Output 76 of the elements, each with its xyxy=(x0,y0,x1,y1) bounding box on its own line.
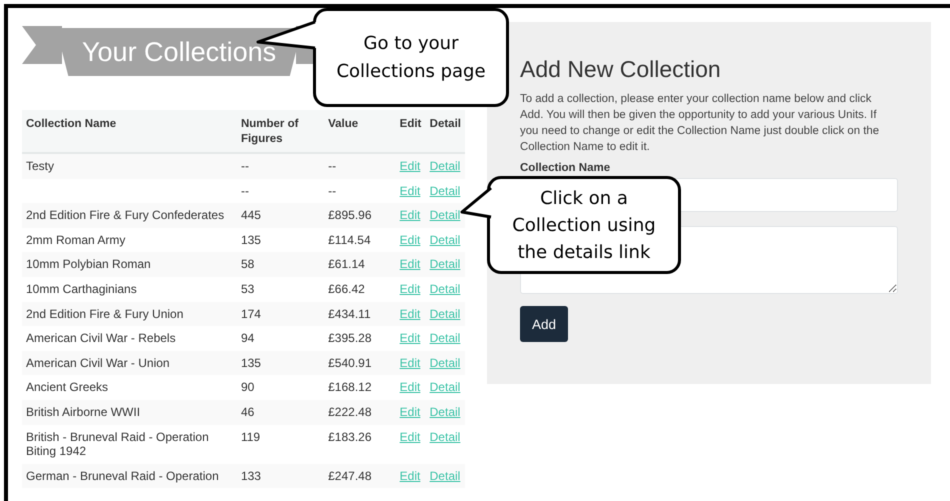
edit-link[interactable]: Edit xyxy=(400,159,420,173)
collection-name: American Civil War - Union xyxy=(26,356,170,370)
figure-count: 90 xyxy=(240,380,254,395)
column-header: Number of Figures xyxy=(240,118,298,145)
figure-count: 94 xyxy=(240,331,254,346)
collection-value: £66.42 xyxy=(328,282,365,297)
collection-name: American Civil War - Rebels xyxy=(26,331,176,346)
collection-value: -- xyxy=(328,159,336,174)
edit-link[interactable]: Edit xyxy=(400,404,420,419)
figure-count: 174 xyxy=(240,306,261,322)
column-header: Value xyxy=(328,118,358,130)
collection-value: £61.14 xyxy=(328,257,365,272)
figure-count: 133 xyxy=(240,468,261,484)
collection-value: £168.12 xyxy=(328,380,372,395)
collection-name: 10mm Polybian Roman xyxy=(26,257,151,272)
collection-value: £183.26 xyxy=(328,430,372,444)
collection-name: 10mm Carthaginians xyxy=(26,282,137,297)
edit-link[interactable]: Edit xyxy=(400,430,420,444)
edit-link[interactable]: Edit xyxy=(400,356,420,370)
figure-count: 119 xyxy=(240,430,260,444)
ribbon-tail-drawing xyxy=(22,26,62,66)
detail-link[interactable]: Detail xyxy=(430,184,460,198)
detail-link[interactable]: Detail xyxy=(430,282,460,296)
add-button[interactable]: Add xyxy=(520,306,568,342)
edit-link[interactable]: Edit xyxy=(400,282,420,296)
detail-link[interactable]: Detail xyxy=(430,306,460,321)
column-header: Edit xyxy=(400,118,422,130)
edit-link[interactable]: Edit xyxy=(400,232,420,247)
panel-description: To add a collection, please enter your collection name below and click Add. You will then be given the opportunity to add your various Units. If you need to change or edit the Collection Name just double click on the Collection Name to edit it. xyxy=(520,92,880,155)
edit-link[interactable]: Edit xyxy=(400,468,420,483)
collection-value: £395.28 xyxy=(328,331,372,346)
figure-count: -- xyxy=(240,159,249,174)
detail-link[interactable]: Detail xyxy=(430,468,460,483)
collection-name: Testy xyxy=(26,159,54,174)
edit-link[interactable]: Edit xyxy=(400,306,420,321)
detail-link[interactable]: Detail xyxy=(430,208,460,222)
figure-count: -- xyxy=(240,184,249,198)
collection-value: -- xyxy=(328,184,336,198)
collection-name: 2mm Roman Army xyxy=(26,232,126,248)
callout-tooltip: Go to your Collections page xyxy=(313,8,509,107)
collection-value: £247.48 xyxy=(328,468,372,484)
detail-link[interactable]: Detail xyxy=(430,430,460,444)
detail-link[interactable]: Detail xyxy=(430,404,460,419)
figure-count: 58 xyxy=(240,257,254,272)
collection-name: 2nd Edition Fire & Fury Confederates xyxy=(26,208,224,223)
collection-value: £434.11 xyxy=(328,306,371,322)
collection-value: £114.54 xyxy=(328,232,371,248)
detail-link[interactable]: Detail xyxy=(430,257,460,272)
detail-link[interactable]: Detail xyxy=(430,159,460,173)
figure-count: 53 xyxy=(240,282,254,297)
detail-link[interactable]: Detail xyxy=(430,232,460,247)
collection-name: British Airborne WWII xyxy=(26,404,140,420)
collection-value: £895.96 xyxy=(328,208,372,223)
column-header: Detail xyxy=(430,118,461,130)
collection-name: German - Bruneval Raid - Operation xyxy=(26,468,219,484)
figure-count: 445 xyxy=(240,208,261,223)
edit-link[interactable]: Edit xyxy=(400,331,420,346)
detail-link[interactable]: Detail xyxy=(430,331,460,346)
panel-title: Add New Collection xyxy=(520,56,722,83)
callout-tooltip: Click on a Collection using the details link xyxy=(487,176,681,274)
edit-link[interactable]: Edit xyxy=(400,380,420,394)
figure-count: 135 xyxy=(240,232,261,248)
figure-count: 46 xyxy=(240,404,254,420)
collection-name: British - Bruneval Raid - Operation Biting 1942 xyxy=(26,430,210,459)
column-header: Collection Name xyxy=(26,118,116,130)
figure-count: 135 xyxy=(240,356,261,370)
collection-value: £540.91 xyxy=(328,356,372,370)
edit-link[interactable]: Edit xyxy=(400,257,420,272)
edit-link[interactable]: Edit xyxy=(400,208,420,222)
edit-link[interactable]: Edit xyxy=(400,184,420,198)
collection-value: £222.48 xyxy=(328,404,372,420)
collection-name: Ancient Greeks xyxy=(26,380,108,395)
field-label: Collection Name xyxy=(520,162,612,174)
collection-name: 2nd Edition Fire & Fury Union xyxy=(26,306,184,322)
detail-link[interactable]: Detail xyxy=(430,356,460,370)
detail-link[interactable]: Detail xyxy=(430,380,460,394)
